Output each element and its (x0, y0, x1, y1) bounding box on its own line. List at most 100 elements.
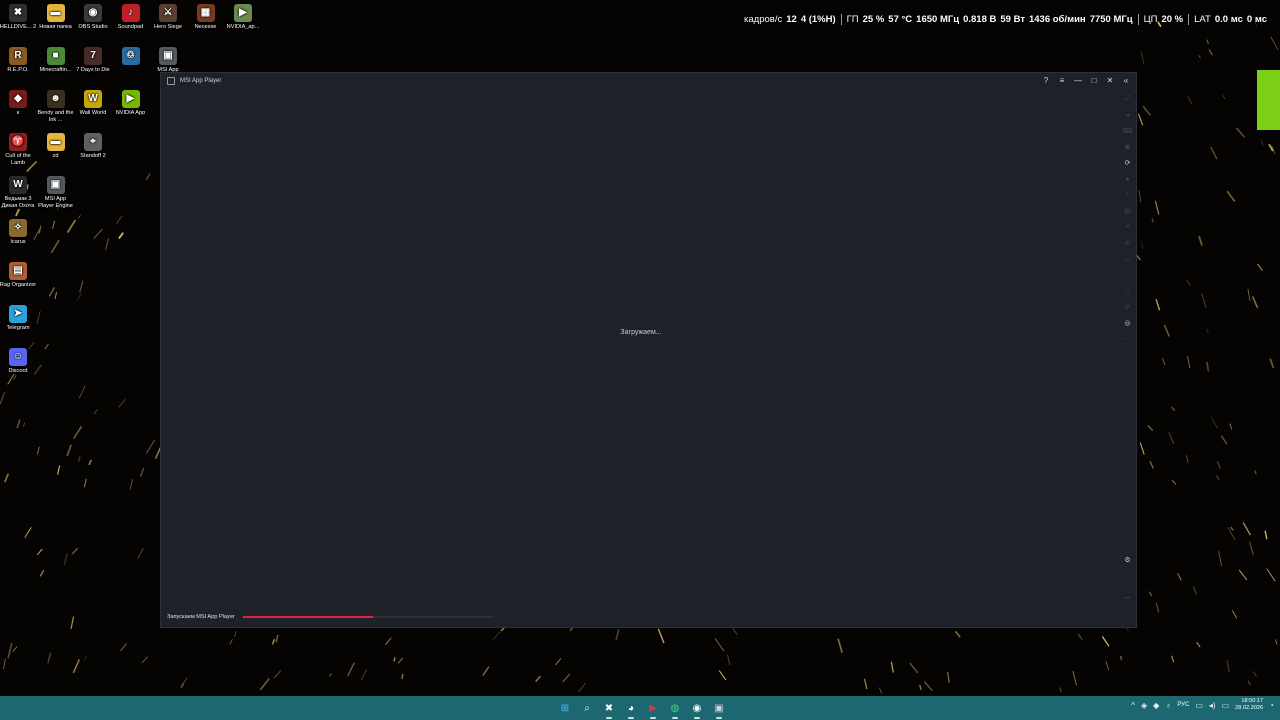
desktop-icon[interactable]: ▦ Necesse (187, 4, 225, 31)
fullscreen-icon[interactable]: ⤢ (1123, 94, 1133, 104)
wallpaper-green-accent (1257, 70, 1280, 130)
desktop-icon[interactable]: ➤ Telegram (0, 305, 37, 332)
desktop-icon[interactable]: ■ Minecraftin... (37, 47, 75, 74)
close-button[interactable]: ✕ (1104, 75, 1116, 86)
sync-icon[interactable]: ⇄ (1123, 302, 1133, 312)
obs-taskbar-icon[interactable]: ◉ (688, 699, 706, 719)
chevron-up-icon[interactable]: ^ (1131, 701, 1135, 710)
language-indicator[interactable]: РУС (1177, 702, 1189, 708)
desktop-icon[interactable]: ✧ Icarus (0, 219, 37, 246)
msi-app-player-taskbar-icon[interactable]: ▣ (710, 699, 728, 719)
desktop-icon[interactable]: ◆ к (0, 90, 37, 117)
desktop-icon[interactable]: ▶ NVIDIA App (112, 90, 150, 117)
desktop-icon[interactable]: W Ведьмак 3 Дикая Охота (0, 176, 37, 209)
wallpaper-streak (54, 292, 57, 300)
wallpaper-streak (1059, 687, 1062, 693)
desktop-icon[interactable]: 7 7 Days to Die (74, 47, 112, 74)
location-icon[interactable]: ⌖ (1123, 190, 1133, 200)
collapse-sidebar-icon[interactable]: « (1120, 75, 1132, 86)
app-icon: ▦ (196, 4, 215, 22)
keyboard-icon[interactable]: ⌨ (1122, 126, 1132, 136)
media-taskbar-icon[interactable]: ▶ (644, 699, 662, 719)
desktop-icon-label: HELLDIVE... 2 (0, 24, 37, 30)
wallpaper-streak (22, 422, 26, 428)
desktop-icon[interactable]: ▬ zd (37, 133, 75, 160)
desktop-icon[interactable]: ◉ OBS Studio (74, 4, 112, 31)
folder-icon[interactable]: ▭ (1123, 254, 1133, 264)
wallpaper-streak (0, 392, 6, 405)
steam-taskbar-icon[interactable]: ◕ (622, 699, 640, 719)
desktop-icon[interactable]: ▣ MSI App (149, 47, 187, 74)
eco-mode-icon[interactable]: ◌ (1123, 270, 1133, 280)
apk-icon[interactable]: ▤ (1123, 206, 1133, 216)
wallpaper-streak (1235, 127, 1246, 138)
menu-icon[interactable]: ≡ (1056, 75, 1068, 86)
record-icon[interactable]: ● (1123, 174, 1133, 184)
desktop-icon[interactable]: ☻ Bendy and the Ink ... (37, 90, 75, 123)
rotate-icon[interactable]: ⟳ (1123, 158, 1133, 168)
battery-icon[interactable]: ▭ (1222, 701, 1230, 710)
wallpaper-streak (36, 310, 41, 325)
wallpaper-streak (1171, 479, 1177, 485)
wallpaper-streak (615, 629, 620, 641)
microphone-icon[interactable]: ♁ (1165, 701, 1171, 710)
wallpaper-streak (1218, 550, 1222, 567)
nvidia-tray-icon[interactable]: ◆ (1153, 701, 1159, 710)
maximize-button[interactable]: □ (1088, 75, 1100, 86)
gamepad-icon[interactable]: ◎ (1123, 318, 1133, 328)
desktop-icon[interactable]: ☺ Discord (0, 348, 37, 375)
window-titlebar[interactable]: MSI App Player ? ≡ — □ ✕ « (161, 73, 1136, 88)
desktop-icon[interactable]: ⚔ Hero Siege (149, 4, 187, 31)
zoom-icon[interactable]: ⊕ (1123, 238, 1133, 248)
wallpaper-streak (93, 229, 103, 239)
app-icon: ▬ (46, 133, 65, 151)
screenshot-icon[interactable]: ◙ (1123, 142, 1133, 152)
desktop-icon[interactable]: ▤ Rag Organizer (0, 262, 37, 289)
clock[interactable]: 18:50:17 28.02.2026 (1235, 698, 1263, 712)
wallpaper-streak (271, 638, 276, 645)
browser-taskbar-icon[interactable]: ◍ (666, 699, 684, 719)
volume-icon[interactable]: ◂ (1123, 110, 1133, 120)
help-icon[interactable]: ? (1040, 75, 1052, 86)
wallpaper-streak (1247, 680, 1251, 686)
more-icon[interactable]: ⋯ (1123, 334, 1133, 344)
wallpaper-streak (923, 681, 933, 691)
volume-icon[interactable]: ◂) (1209, 701, 1216, 710)
minimize-button[interactable]: — (1072, 75, 1084, 86)
notifications-icon[interactable]: ◔ (1269, 701, 1274, 710)
desktop-icon[interactable]: R R.E.P.O. (0, 47, 37, 74)
wallpaper-streak (1171, 406, 1176, 412)
start-taskbar-icon[interactable]: ⊞ (556, 699, 574, 717)
emulator-screen[interactable]: Загружаем... (162, 88, 1120, 608)
desktop-icon[interactable]: ▶ NVIDIA_ap... (224, 4, 262, 31)
desktop-icon[interactable]: ⌖ Standoff 2 (74, 133, 112, 160)
wallpaper-streak (1229, 423, 1233, 430)
desktop-icon[interactable]: ♈ Cult of the Lamb (0, 133, 37, 166)
desktop-icon[interactable]: ♪ Soundpad (112, 4, 150, 31)
desktop-icon[interactable]: ▣ MSI App Player Engine (37, 176, 75, 209)
macro-icon[interactable]: ◇ (1123, 286, 1133, 296)
shake-icon[interactable]: ✕ (1123, 222, 1133, 232)
wallpaper-streak (1163, 324, 1170, 337)
network-activity-icon[interactable]: ◈ (1141, 701, 1147, 710)
back-icon[interactable]: ↩ (1123, 593, 1133, 603)
wallpaper-streak (229, 639, 233, 645)
settings-icon[interactable]: ⚙ (1123, 555, 1133, 565)
wallpaper-streak (393, 657, 396, 662)
wallpaper-streak (7, 642, 13, 659)
desktop-icon[interactable]: W Wall World (74, 90, 112, 117)
osd-mem-clock: 7750 МГц (1089, 13, 1133, 25)
app-icon: ▶ (234, 4, 252, 22)
desktop-icon[interactable]: ▬ Новая папка (37, 4, 75, 31)
wallpaper-streak (104, 238, 110, 251)
desktop-icon[interactable]: ✖ HELLDIVE... 2 (0, 4, 37, 31)
desktop-icon[interactable]: ♲ (112, 47, 150, 67)
monitor-icon[interactable]: ▭ (1195, 701, 1203, 710)
wallpaper-streak (12, 646, 18, 652)
epic-taskbar-icon[interactable]: ✖ (600, 699, 618, 719)
wallpaper-streak (137, 548, 144, 559)
app-player-icon (167, 76, 175, 85)
app-icon: ✧ (9, 219, 27, 237)
search-taskbar-icon[interactable]: ⌕ (578, 699, 596, 717)
wallpaper-streak (259, 678, 270, 691)
